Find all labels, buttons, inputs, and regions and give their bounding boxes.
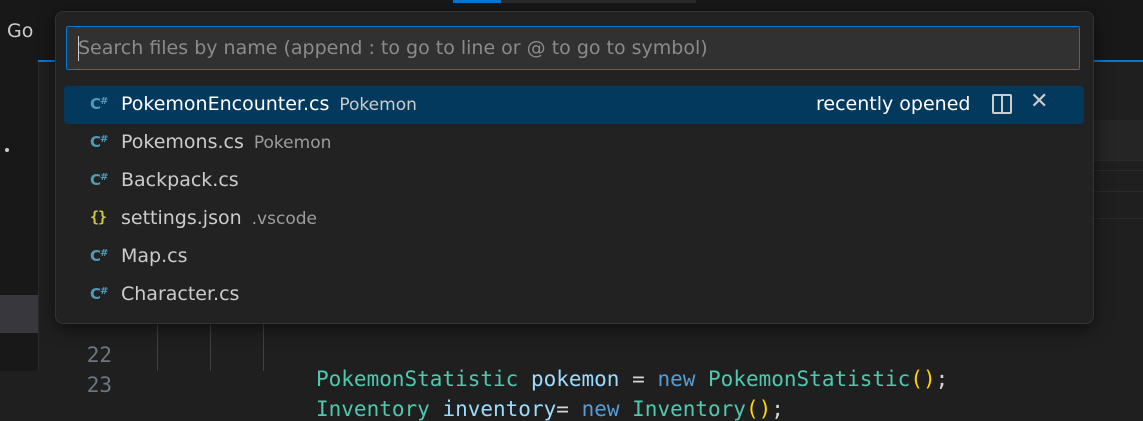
result-label: settings.json .vscode [121, 207, 317, 229]
quick-open-search-input[interactable] [66, 26, 1080, 70]
result-item-settings-json[interactable]: {} settings.json .vscode [64, 200, 1084, 238]
csharp-file-icon: C# [90, 285, 109, 303]
json-file-icon: {} [90, 208, 107, 226]
csharp-file-icon: C# [90, 95, 109, 113]
text-caret [78, 36, 79, 61]
result-label: Pokemons.cs Pokemon [121, 131, 331, 153]
csharp-file-icon: C# [90, 247, 109, 265]
line-number: 23 [86, 373, 112, 397]
menu-go[interactable]: Go [7, 20, 33, 42]
result-item-map[interactable]: C# Map.cs [64, 238, 1084, 276]
code-token-type: Inventory [316, 397, 430, 421]
quick-open-result-list: C# PokemonEncounter.cs Pokemon recently o… [64, 86, 1084, 314]
code-token-semicolon: ; [771, 397, 784, 421]
file-description: Pokemon [339, 95, 417, 115]
result-label: Character.cs [121, 283, 239, 305]
file-description: .vscode [251, 209, 317, 229]
file-name: settings.json [121, 207, 242, 229]
title-bar-accent [453, 0, 501, 3]
file-name: Backpack.cs [121, 169, 239, 191]
file-name: Pokemons.cs [121, 131, 244, 153]
file-name: PokemonEncounter.cs [121, 93, 330, 115]
result-label: Map.cs [121, 245, 187, 267]
result-item-pokemon-encounter[interactable]: C# PokemonEncounter.cs Pokemon recently o… [64, 86, 1084, 124]
code-token-operator: = [556, 397, 569, 421]
remove-from-recent-icon[interactable]: ✕ [1030, 89, 1048, 114]
result-item-character[interactable]: C# Character.cs [64, 276, 1084, 314]
editor-strip [1092, 196, 1143, 219]
result-item-backpack[interactable]: C# Backpack.cs [64, 162, 1084, 200]
result-item-pokemons[interactable]: C# Pokemons.cs Pokemon [64, 124, 1084, 162]
csharp-file-icon: C# [90, 171, 109, 189]
code-token-keyword: new [581, 397, 620, 421]
editor-strip [1092, 170, 1143, 192]
code-token-variable: inventory [442, 397, 557, 421]
file-description: Pokemon [253, 133, 332, 153]
result-label: Backpack.cs [121, 169, 239, 191]
title-bar-segment [501, 0, 696, 3]
code-text: Inventory inventory= new Inventory(); [316, 397, 784, 421]
code-line[interactable]: 23 Inventory inventory= new Inventory(); [0, 349, 1143, 421]
code-token-paren: () [745, 397, 772, 421]
recently-opened-label: recently opened [816, 93, 971, 115]
quick-open-widget: C# PokemonEncounter.cs Pokemon recently o… [55, 11, 1094, 324]
editor-side-panel [1092, 120, 1143, 161]
result-label: PokemonEncounter.cs Pokemon [121, 93, 417, 115]
file-name: Character.cs [121, 283, 240, 305]
open-to-side-icon[interactable] [992, 94, 1012, 114]
activity-indicator-dot [5, 148, 9, 152]
code-token-type: Inventory [632, 397, 746, 421]
file-name: Map.cs [121, 245, 188, 267]
csharp-file-icon: C# [90, 133, 109, 151]
